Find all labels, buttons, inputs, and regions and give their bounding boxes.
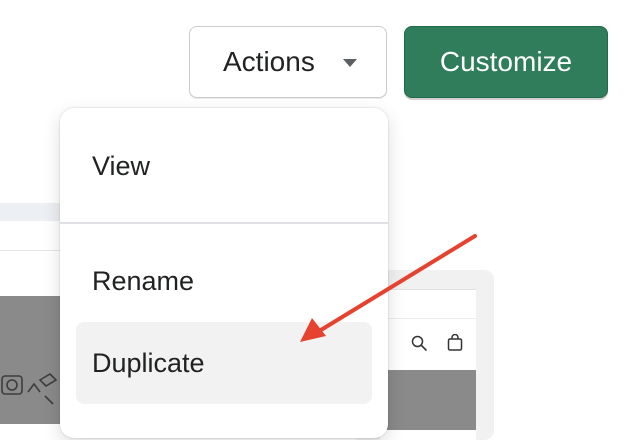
- actions-button-label: Actions: [223, 46, 315, 77]
- menu-item-rename[interactable]: Rename: [92, 266, 194, 297]
- actions-button[interactable]: Actions: [189, 26, 387, 98]
- menu-divider: [60, 222, 388, 224]
- theme-preview-image: [380, 370, 476, 430]
- cart-icon: [447, 334, 463, 351]
- theme-preview-header-divider: [380, 318, 476, 319]
- customize-button[interactable]: Customize: [404, 26, 608, 98]
- caret-down-icon: [343, 59, 357, 67]
- search-icon: [411, 335, 427, 351]
- menu-item-duplicate[interactable]: Duplicate: [92, 348, 205, 379]
- menu-item-view[interactable]: View: [92, 151, 150, 182]
